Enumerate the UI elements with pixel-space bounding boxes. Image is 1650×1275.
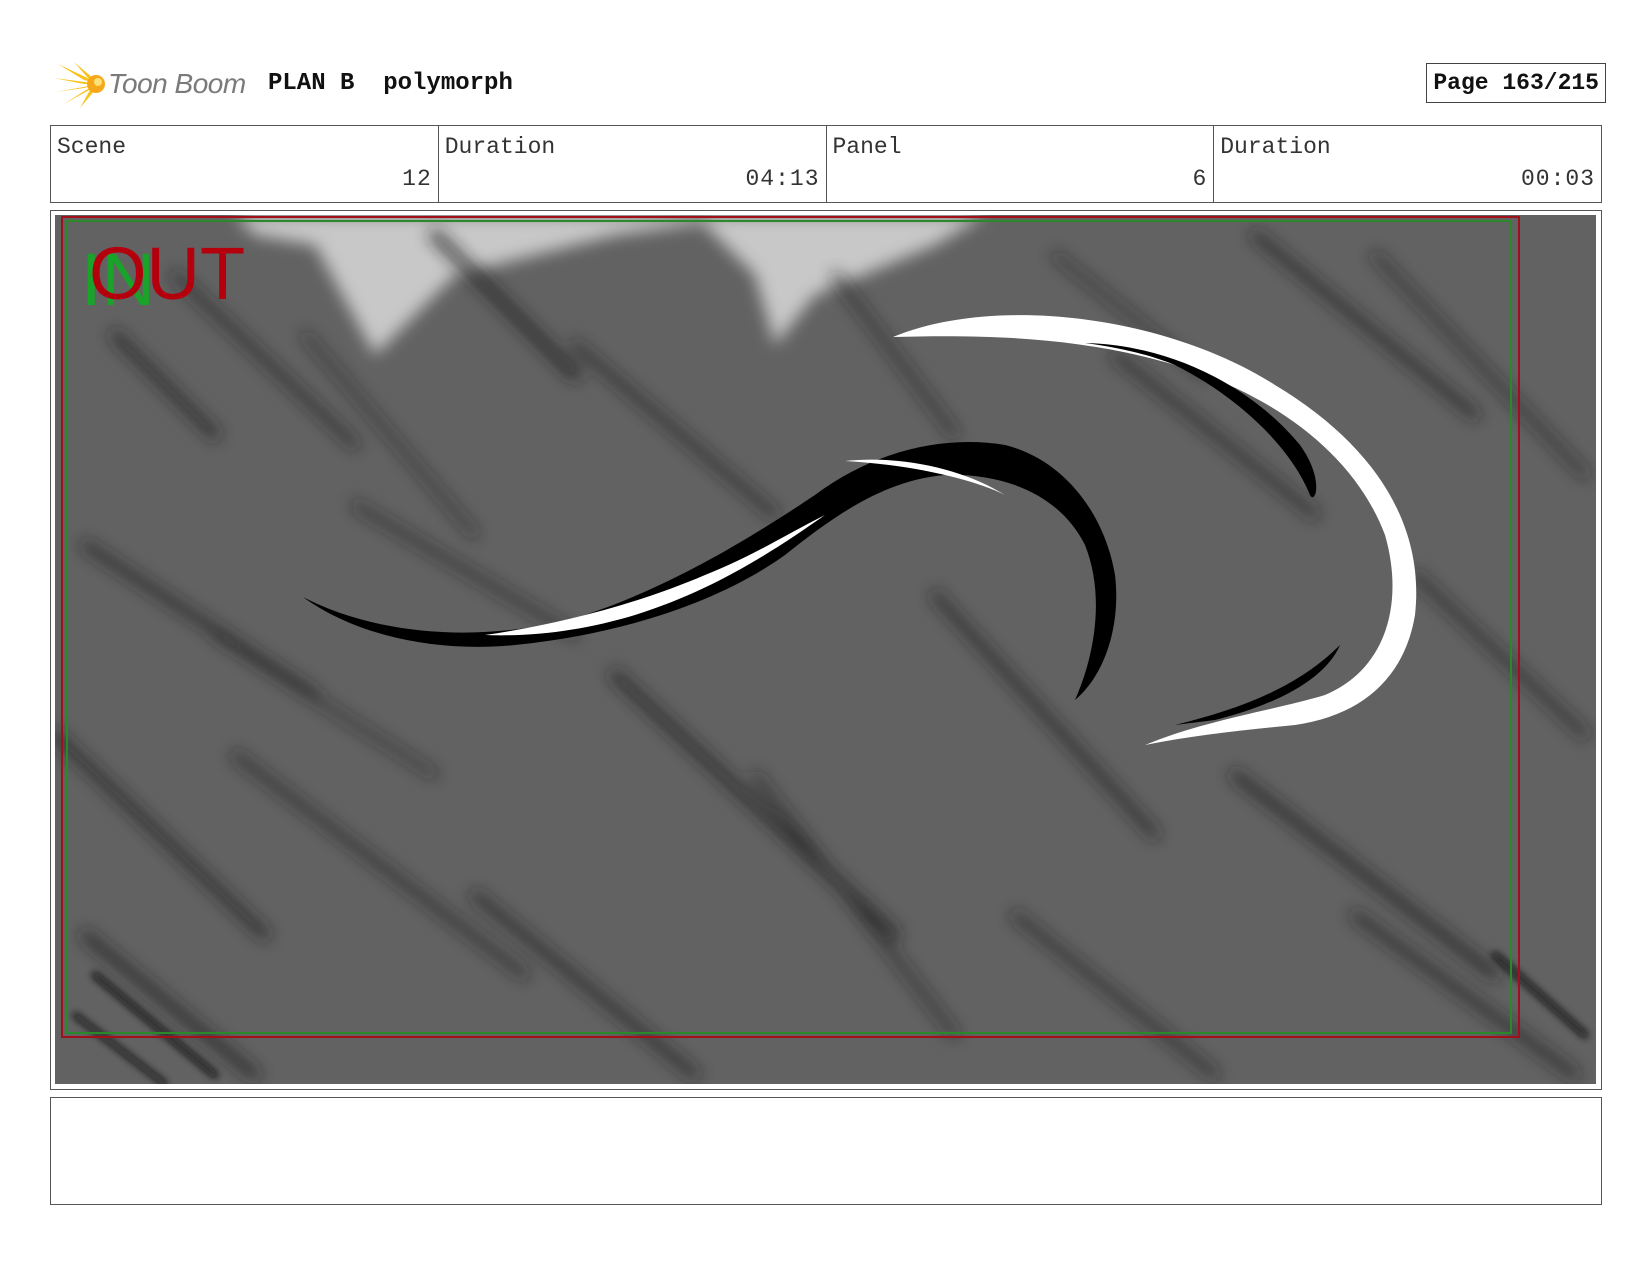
page-number: Page 163/215 — [1426, 63, 1606, 103]
storyboard-panel-frame: IN OUT — [50, 210, 1602, 1090]
notes-box — [50, 1097, 1602, 1205]
scene-duration-cell: Duration 04:13 — [439, 126, 827, 202]
panel-duration-cell: Duration 00:03 — [1214, 126, 1601, 202]
panel-value: 6 — [1192, 166, 1208, 192]
panel-cell: Panel 6 — [827, 126, 1215, 202]
panel-duration-label: Duration — [1220, 134, 1331, 160]
panel-artwork: IN OUT — [55, 215, 1596, 1084]
panel-duration-value: 00:03 — [1520, 166, 1595, 192]
scene-info-table: Scene 12 Duration 04:13 Panel 6 Duration… — [50, 125, 1602, 203]
project-title: PLAN B polymorph — [268, 70, 513, 97]
panel-label: Panel — [832, 134, 902, 160]
page-header: Toon Boom PLAN B polymorph Page 163/215 — [54, 58, 1606, 110]
scene-duration-label: Duration — [444, 134, 556, 160]
scene-cell: Scene 12 — [51, 126, 439, 202]
out-marker: OUT — [89, 232, 245, 315]
scene-value: 12 — [402, 166, 432, 192]
toon-boom-logo: Toon Boom — [54, 58, 254, 110]
scene-duration-value: 04:13 — [745, 166, 820, 192]
logo-text: Toon Boom — [108, 68, 246, 99]
scene-label: Scene — [57, 134, 127, 160]
starburst-icon — [54, 62, 105, 108]
background-fill — [55, 215, 1596, 1084]
